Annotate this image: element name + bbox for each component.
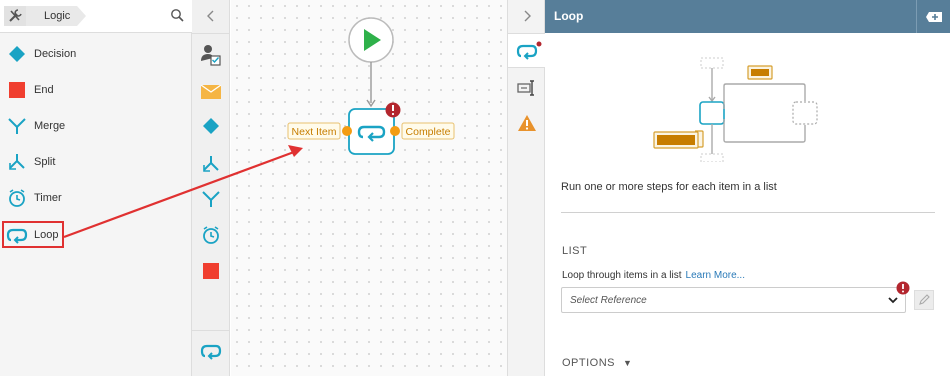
- divider: [561, 212, 935, 213]
- diamond-icon[interactable]: [200, 115, 222, 137]
- step-description: Run one or more steps for each item in a…: [561, 181, 777, 193]
- workflow-canvas[interactable]: [231, 0, 508, 376]
- user-task-icon[interactable]: [200, 44, 222, 66]
- properties-title: Loop: [554, 9, 584, 23]
- collapse-left-icon[interactable]: [206, 10, 216, 22]
- stop-square-icon[interactable]: [200, 260, 222, 282]
- error-icon: [896, 281, 910, 295]
- learn-more-link[interactable]: Learn More...: [686, 270, 745, 281]
- list-help-label: Loop through items in a list: [562, 270, 682, 281]
- add-tag-icon: [925, 11, 942, 22]
- split-icon: [6, 151, 28, 173]
- tab-loop-properties[interactable]: [508, 33, 545, 68]
- properties-header: Loop: [545, 0, 950, 33]
- palette-item-merge[interactable]: Merge: [0, 111, 192, 141]
- palette-item-label: Split: [34, 156, 56, 168]
- caret-down-icon: ▼: [623, 358, 633, 368]
- options-heading-label: OPTIONS: [562, 357, 616, 369]
- add-step-button[interactable]: [916, 0, 950, 33]
- chevron-down-icon: [888, 297, 898, 304]
- list-section-heading: LIST: [562, 245, 588, 257]
- stop-square-icon: [6, 79, 28, 101]
- edit-reference-button[interactable]: [914, 290, 934, 310]
- email-icon[interactable]: [200, 81, 222, 103]
- palette-item-label: Decision: [34, 48, 77, 60]
- loop-annotation-box: [2, 221, 64, 248]
- tools-icon[interactable]: [4, 6, 26, 26]
- palette-item-label: Merge: [34, 120, 66, 132]
- variables-icon[interactable]: [517, 80, 537, 96]
- split-icon[interactable]: [200, 153, 222, 175]
- properties-nav-strip: [508, 0, 545, 376]
- palette-item-label: Timer: [34, 192, 62, 204]
- options-section-toggle[interactable]: OPTIONS ▼: [562, 357, 632, 369]
- merge-icon: [6, 115, 28, 137]
- pencil-icon: [919, 294, 930, 305]
- error-dot-icon: [536, 41, 542, 47]
- merge-icon[interactable]: [200, 188, 222, 210]
- palette-item-timer[interactable]: Timer: [0, 183, 192, 213]
- timer-icon: [6, 187, 28, 209]
- timer-icon[interactable]: [200, 224, 222, 246]
- palette-header: Logic: [0, 0, 192, 33]
- palette-panel: Logic Decision End Merge Split Timer Loo…: [0, 0, 192, 376]
- palette-item-label: End: [34, 84, 54, 96]
- list-help-text: Loop through items in a list Learn More..…: [562, 270, 745, 281]
- select-reference-placeholder: Select Reference: [570, 295, 647, 306]
- palette-item-decision[interactable]: Decision: [0, 39, 192, 69]
- loop-diagram-illustration: [695, 57, 818, 162]
- warning-icon[interactable]: [517, 114, 537, 132]
- icon-strip: [192, 0, 230, 376]
- palette-item-end[interactable]: End: [0, 75, 192, 105]
- loop-icon[interactable]: [200, 340, 222, 362]
- search-icon[interactable]: [170, 8, 184, 25]
- expand-right-icon[interactable]: [522, 10, 532, 22]
- next-item-branch-illustration: [653, 131, 699, 149]
- palette-item-split[interactable]: Split: [0, 147, 192, 177]
- loop-icon: [516, 44, 538, 60]
- properties-panel: Loop Run one or more steps for each item…: [545, 0, 950, 376]
- palette-category-breadcrumb[interactable]: Logic: [26, 6, 86, 26]
- diamond-icon: [6, 43, 28, 65]
- select-reference-dropdown[interactable]: Select Reference: [561, 287, 906, 313]
